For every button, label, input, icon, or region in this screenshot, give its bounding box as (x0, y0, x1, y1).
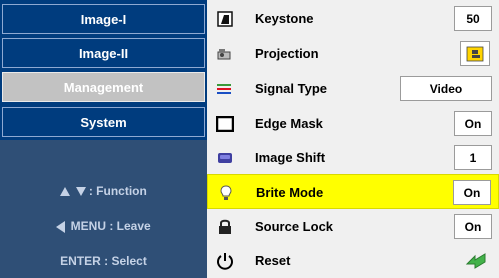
projection-icon (216, 45, 234, 62)
tab-system[interactable]: System (2, 107, 205, 137)
tab-label: Image-II (78, 45, 129, 61)
setting-row-source-lock[interactable]: Source Lock On (207, 209, 499, 244)
signal-type-value[interactable]: Video (400, 76, 492, 101)
help-hints: : Function MENU : Leave ENTER : Select (0, 140, 207, 278)
tab-label: Image-I (80, 11, 127, 27)
down-arrow-icon (75, 187, 86, 197)
tab-label: System (80, 114, 127, 130)
tab-label: Management (63, 79, 144, 95)
setting-row-projection[interactable]: Projection (207, 36, 499, 71)
power-icon (216, 252, 234, 270)
up-arrow-icon (60, 187, 71, 197)
left-arrow-icon (56, 220, 66, 233)
setting-row-keystone[interactable]: Keystone 50 (207, 1, 499, 36)
tab-image-ii[interactable]: Image-II (2, 38, 205, 68)
hint-select: ENTER : Select (60, 254, 147, 268)
setting-row-brite-mode[interactable]: Brite Mode On (207, 174, 499, 209)
source-lock-value[interactable]: On (454, 214, 492, 239)
edge-mask-icon (216, 115, 234, 132)
signal-type-icon (216, 80, 234, 97)
tab-image-i[interactable]: Image-I (2, 4, 205, 34)
setting-row-image-shift[interactable]: Image Shift 1 (207, 140, 499, 175)
projection-value[interactable] (460, 41, 490, 66)
brite-mode-value[interactable]: On (453, 180, 491, 205)
hint-function: : Function (0, 184, 207, 198)
hint-leave: MENU : Leave (0, 219, 207, 233)
tab-management[interactable]: Management (2, 72, 205, 102)
image-shift-icon (216, 149, 234, 166)
keystone-icon (216, 10, 234, 27)
left-panel: Image-I Image-II Management System : Fun… (0, 0, 207, 278)
setting-row-reset[interactable]: Reset (207, 243, 499, 278)
settings-panel: Keystone 50 Projection Signal Type Video… (207, 0, 499, 278)
brite-mode-icon (217, 184, 235, 201)
setting-row-signal-type[interactable]: Signal Type Video (207, 71, 499, 106)
source-lock-icon (216, 218, 234, 235)
edge-mask-value[interactable]: On (454, 111, 492, 136)
enter-arrow-icon[interactable] (465, 250, 489, 272)
projection-mode-icon (466, 46, 484, 61)
keystone-value[interactable]: 50 (454, 6, 492, 31)
image-shift-value[interactable]: 1 (454, 145, 492, 170)
setting-row-edge-mask[interactable]: Edge Mask On (207, 106, 499, 141)
